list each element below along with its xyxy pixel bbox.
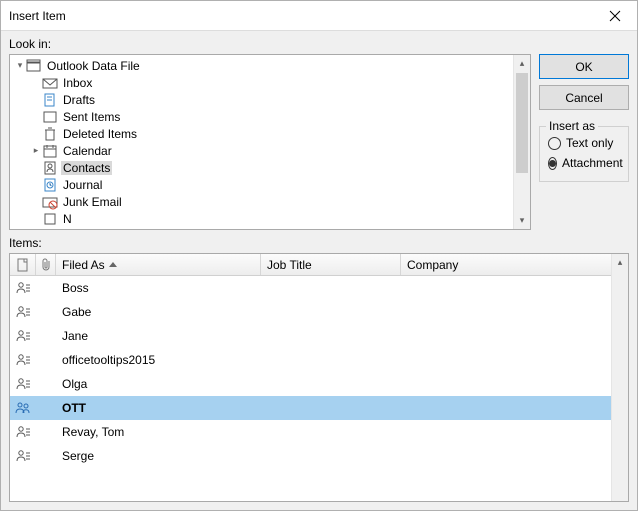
scroll-down-button[interactable]: ▾ [514,212,530,229]
list-item[interactable]: Jane [10,324,611,348]
column-label: Company [407,258,458,272]
items-list: Filed As Job Title Company Boss Gabe Jane o… [9,253,629,502]
data-file-icon [26,58,42,74]
contact-icon [10,328,36,344]
cell-filed-as: Jane [56,329,261,343]
tree-item-label: Sent Items [61,110,122,124]
tree-item-label: Inbox [61,76,94,90]
chevron-right-icon[interactable]: ▸ [30,145,42,156]
contact-icon [10,448,36,464]
items-label: Items: [9,236,629,250]
column-job-title[interactable]: Job Title [261,254,401,275]
list-item[interactable]: Boss [10,276,611,300]
tree-item-sent[interactable]: Sent Items [10,108,513,125]
radio-label: Text only [566,136,613,150]
cell-filed-as: Revay, Tom [56,425,261,439]
drafts-icon [42,92,58,108]
inbox-icon [42,75,58,91]
list-scrollbar[interactable]: ▴ [611,254,628,501]
radio-text-only[interactable]: Text only [548,133,620,153]
sort-asc-icon [109,262,117,267]
cell-filed-as: Boss [56,281,261,295]
folder-tree-inner: ▾ Outlook Data File Inbox D [10,55,513,229]
contact-group-icon [10,400,36,416]
tree-item-drafts[interactable]: Drafts [10,91,513,108]
list-item[interactable]: Olga [10,372,611,396]
tree-item-journal[interactable]: Journal [10,176,513,193]
tree-item-label: Calendar [61,144,114,158]
contacts-icon [42,160,58,176]
items-list-body: Boss Gabe Jane officetooltips2015 Olga OTT Rev… [10,276,611,468]
tree-item-inbox[interactable]: Inbox [10,74,513,91]
list-item[interactable]: Serge [10,444,611,468]
notes-icon [42,211,58,227]
tree-item-label: Junk Email [61,195,124,209]
scroll-up-button[interactable]: ▴ [612,254,628,271]
folder-tree[interactable]: ▾ Outlook Data File Inbox D [9,54,531,230]
contact-icon [10,304,36,320]
insert-item-dialog: Insert Item Look in: ▾ Outlook Data File [0,0,638,511]
close-button[interactable] [593,1,637,30]
cell-filed-as: Olga [56,377,261,391]
list-item[interactable]: Revay, Tom [10,420,611,444]
dialog-actions: OK Cancel Insert as Text only Attachment [539,54,629,230]
contact-icon [10,424,36,440]
sent-icon [42,109,58,125]
tree-item-calendar[interactable]: ▸ Calendar [10,142,513,159]
cancel-button[interactable]: Cancel [539,85,629,110]
insert-as-legend: Insert as [546,119,598,133]
tree-item-notes[interactable]: N [10,210,513,227]
column-filed-as[interactable]: Filed As [56,254,261,275]
deleted-icon [42,126,58,142]
upper-section: ▾ Outlook Data File Inbox D [9,54,629,230]
radio-attachment[interactable]: Attachment [548,153,620,173]
column-type-icon[interactable] [10,254,36,275]
tree-item-label: Deleted Items [61,127,139,141]
radio-icon [548,137,561,150]
window-title: Insert Item [9,9,66,23]
tree-item-label: Journal [61,178,104,192]
contact-icon [10,280,36,296]
tree-item-contacts[interactable]: Contacts [10,159,513,176]
contact-icon [10,352,36,368]
cell-filed-as: OTT [56,401,261,415]
items-list-inner: Filed As Job Title Company Boss Gabe Jane o… [10,254,611,501]
calendar-icon [42,143,58,159]
cell-filed-as: Gabe [56,305,261,319]
ok-button[interactable]: OK [539,54,629,79]
cell-filed-as: officetooltips2015 [56,353,261,367]
tree-item-label: Drafts [61,93,97,107]
tree-item-junk[interactable]: Junk Email [10,193,513,210]
list-item[interactable]: Gabe [10,300,611,324]
page-icon [15,257,31,273]
dialog-body: Look in: ▾ Outlook Data File Inbox [1,31,637,510]
column-label: Job Title [267,258,312,272]
list-item[interactable]: OTT [10,396,611,420]
column-company[interactable]: Company [401,254,611,275]
tree-item-root[interactable]: ▾ Outlook Data File [10,57,513,74]
radio-label: Attachment [562,156,623,170]
journal-icon [42,177,58,193]
radio-icon [548,157,557,170]
cell-filed-as: Serge [56,449,261,463]
tree-item-label: Outlook Data File [45,59,142,73]
junk-icon [42,194,58,210]
column-attachment-icon[interactable] [36,254,56,275]
tree-item-deleted[interactable]: Deleted Items [10,125,513,142]
scroll-up-button[interactable]: ▴ [514,55,530,72]
list-item[interactable]: officetooltips2015 [10,348,611,372]
items-list-header: Filed As Job Title Company [10,254,611,276]
close-icon [607,8,623,24]
chevron-down-icon[interactable]: ▾ [14,60,26,71]
look-in-label: Look in: [9,37,629,51]
paperclip-icon [40,258,52,272]
tree-item-label: Contacts [61,161,112,175]
insert-as-group: Insert as Text only Attachment [539,126,629,182]
column-label: Filed As [62,258,105,272]
tree-item-label: N [61,212,74,226]
contact-icon [10,376,36,392]
tree-scrollbar[interactable]: ▴ ▾ [513,55,530,229]
scroll-thumb[interactable] [516,73,528,173]
titlebar: Insert Item [1,1,637,31]
